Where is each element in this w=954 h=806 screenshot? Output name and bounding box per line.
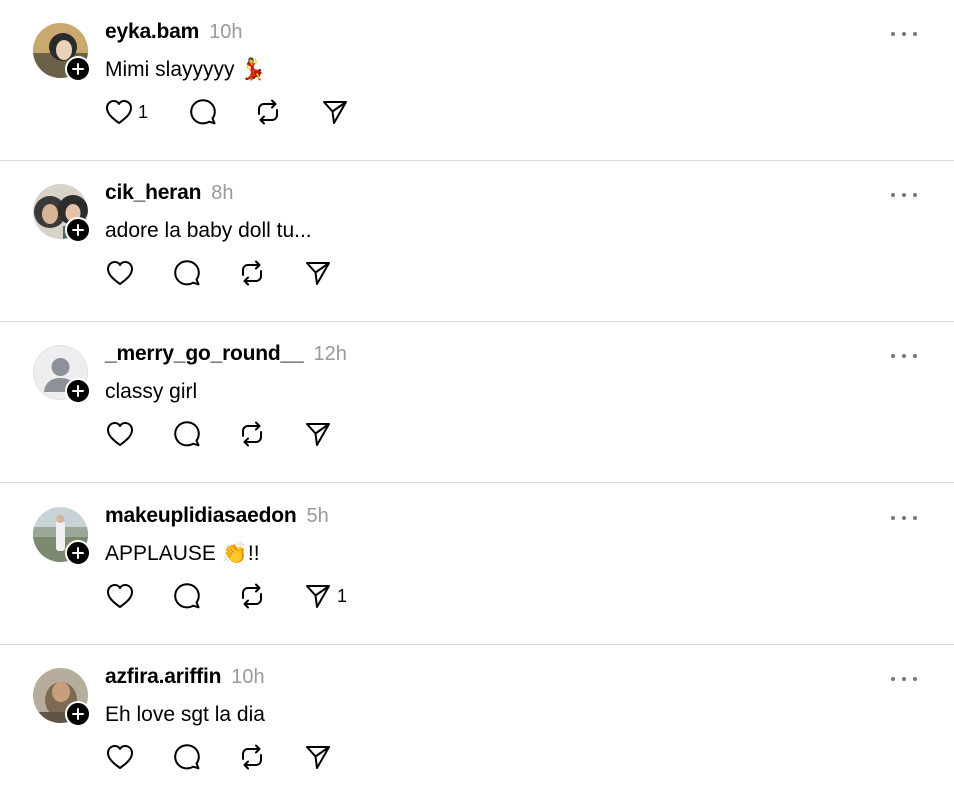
username[interactable]: azfira.ariffin <box>105 665 221 689</box>
share-button[interactable] <box>304 743 337 771</box>
more-options-icon[interactable] <box>891 672 917 686</box>
post: makeuplidiasaedon 5h APPLAUSE 👏!! 1 <box>0 484 954 645</box>
like-button[interactable] <box>106 259 139 287</box>
more-options-icon[interactable] <box>891 188 917 202</box>
share-button[interactable]: 1 <box>304 582 347 610</box>
repost-button[interactable] <box>238 420 266 448</box>
follow-plus-icon[interactable] <box>65 701 91 727</box>
username[interactable]: _merry_go_round__ <box>105 342 304 366</box>
like-button[interactable] <box>106 743 139 771</box>
send-icon <box>306 585 330 608</box>
comment-icon <box>174 421 200 447</box>
timestamp: 5h <box>306 505 329 527</box>
reply-text: classy girl <box>105 380 198 403</box>
heart-icon <box>107 422 133 446</box>
username[interactable]: makeuplidiasaedon <box>105 504 297 528</box>
reply-button[interactable] <box>173 259 201 287</box>
repost-button[interactable] <box>238 259 266 287</box>
timestamp: 12h <box>313 343 347 365</box>
post: azfira.ariffin 10h Eh love sgt la dia <box>0 645 954 806</box>
like-button[interactable]: 1 <box>105 98 148 126</box>
share-button[interactable] <box>304 420 337 448</box>
comment-icon <box>174 583 200 609</box>
follow-plus-icon[interactable] <box>65 540 91 566</box>
post: eyka.bam 10h Mimi slayyyyy 💃 1 <box>0 0 954 161</box>
username[interactable]: cik_heran <box>105 181 201 205</box>
share-count: 1 <box>337 585 348 606</box>
heart-icon <box>107 745 133 769</box>
share-button[interactable] <box>304 259 337 287</box>
more-options-icon[interactable] <box>891 27 917 41</box>
repost-button[interactable] <box>254 98 282 126</box>
like-count: 1 <box>138 101 149 122</box>
repost-icon <box>242 583 262 609</box>
divider <box>0 482 954 483</box>
follow-plus-icon[interactable] <box>65 56 91 82</box>
comment-icon <box>190 99 216 125</box>
send-icon <box>323 101 347 124</box>
follow-plus-icon[interactable] <box>65 378 91 404</box>
repost-icon <box>242 421 262 447</box>
reply-button[interactable] <box>173 420 201 448</box>
repost-button[interactable] <box>238 743 266 771</box>
reply-text: APPLAUSE 👏!! <box>105 542 260 565</box>
send-icon <box>306 262 330 285</box>
reply-text: Eh love sgt la dia <box>105 703 265 726</box>
reply-text: Mimi slayyyyy 💃 <box>105 58 267 81</box>
repost-icon <box>258 99 278 125</box>
more-options-icon[interactable] <box>891 349 917 363</box>
reply-button[interactable] <box>173 743 201 771</box>
follow-plus-icon[interactable] <box>65 217 91 243</box>
timestamp: 10h <box>231 666 265 688</box>
heart-icon <box>107 261 133 285</box>
post: _merry_go_round__ 12h classy girl <box>0 322 954 483</box>
heart-icon <box>107 584 133 608</box>
post: cik_heran 8h adore la baby doll tu... <box>0 161 954 322</box>
heart-icon <box>106 100 132 124</box>
repost-button[interactable] <box>238 582 266 610</box>
more-options-icon[interactable] <box>891 511 917 525</box>
like-button[interactable] <box>106 582 139 610</box>
timestamp: 10h <box>209 21 243 43</box>
send-icon <box>306 746 330 769</box>
reply-text: adore la baby doll tu... <box>105 219 312 242</box>
reply-button[interactable] <box>189 98 217 126</box>
comment-icon <box>174 260 200 286</box>
share-button[interactable] <box>321 98 354 126</box>
repost-icon <box>242 260 262 286</box>
comment-icon <box>174 744 200 770</box>
reply-button[interactable] <box>173 582 201 610</box>
repost-icon <box>242 744 262 770</box>
username[interactable]: eyka.bam <box>105 20 199 44</box>
timestamp: 8h <box>211 182 234 204</box>
send-icon <box>306 423 330 446</box>
like-button[interactable] <box>106 420 139 448</box>
